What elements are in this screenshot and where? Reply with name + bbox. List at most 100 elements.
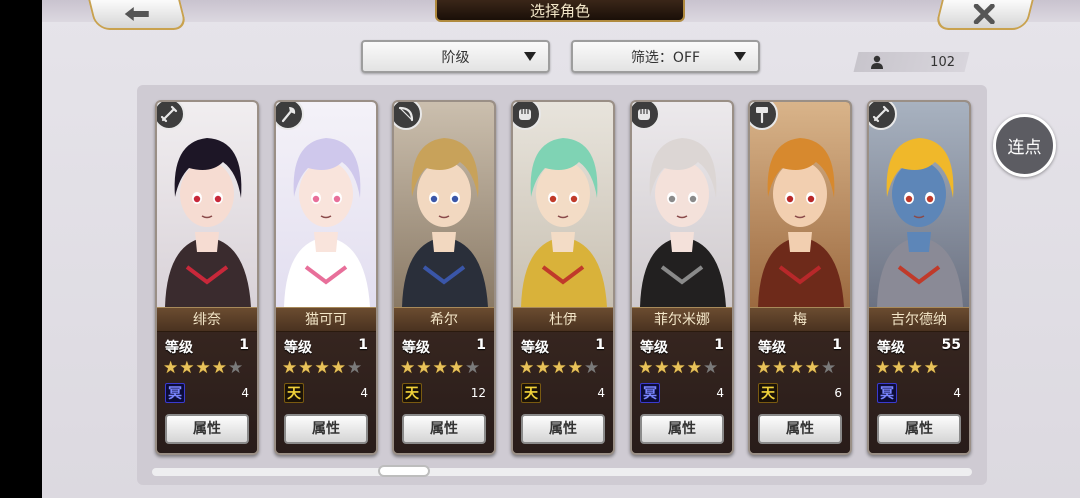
character-card[interactable]: 杜伊 等级 1 ★ ★ ★ ★ ★ 天 4 属性 <box>511 100 615 455</box>
rank-row: 天 4 <box>284 382 368 404</box>
auto-tap-button[interactable]: 连点 <box>993 114 1056 177</box>
character-name: 梅 <box>750 307 850 332</box>
chevron-down-icon <box>734 52 746 61</box>
character-portrait <box>157 102 257 307</box>
level-row: 等级 1 <box>640 337 724 357</box>
star-filled-icon: ★ <box>448 358 464 378</box>
level-label: 等级 <box>877 340 905 356</box>
character-name: 希尔 <box>394 307 494 332</box>
system-bar <box>0 0 42 498</box>
character-card[interactable]: 梅 等级 1 ★ ★ ★ ★ ★ 天 6 属性 <box>748 100 852 455</box>
star-empty-icon: ★ <box>347 358 363 378</box>
character-portrait <box>632 102 732 307</box>
level-row: 等级 1 <box>521 337 605 357</box>
rank-row: 冥 4 <box>640 382 724 404</box>
level-row: 等级 55 <box>877 337 961 357</box>
level-row: 等级 1 <box>402 337 486 357</box>
attribute-button[interactable]: 属性 <box>165 414 249 444</box>
star-filled-icon: ★ <box>670 358 686 378</box>
rank-blue-icon: 冥 <box>877 383 897 403</box>
rank-count: 4 <box>241 386 249 400</box>
attribute-button[interactable]: 属性 <box>758 414 842 444</box>
level-row: 等级 1 <box>165 337 249 357</box>
rank-count: 4 <box>597 386 605 400</box>
rank-count: 4 <box>360 386 368 400</box>
character-portrait <box>869 102 969 307</box>
character-card[interactable]: 绯奈 等级 1 ★ ★ ★ ★ ★ 冥 4 属性 <box>155 100 259 455</box>
character-stats: 等级 55 ★ ★ ★ ★ 冥 4 属性 <box>869 332 969 453</box>
rank-row: 天 4 <box>521 382 605 404</box>
character-card[interactable]: 菲尔米娜 等级 1 ★ ★ ★ ★ ★ 冥 4 属性 <box>630 100 734 455</box>
rank-count: 4 <box>953 386 961 400</box>
filter-dropdown-label: 筛选：OFF <box>630 49 701 66</box>
filter-dropdown[interactable]: 筛选：OFF <box>571 40 760 73</box>
back-button[interactable] <box>88 0 188 30</box>
rank-row: 冥 4 <box>877 382 961 404</box>
level-row: 等级 1 <box>758 337 842 357</box>
roster-count-value: 102 <box>930 54 955 70</box>
page-title: 选择角色 <box>435 0 685 22</box>
star-filled-icon: ★ <box>314 358 330 378</box>
rank-row: 天 12 <box>402 382 486 404</box>
character-name: 猫可可 <box>276 307 376 332</box>
attribute-button[interactable]: 属性 <box>640 414 724 444</box>
rank-heaven-icon: 天 <box>758 383 778 403</box>
rank-heaven-icon: 天 <box>284 383 304 403</box>
attribute-button[interactable]: 属性 <box>877 414 961 444</box>
star-filled-icon: ★ <box>875 358 891 378</box>
star-filled-icon: ★ <box>907 358 923 378</box>
star-filled-icon: ★ <box>400 358 416 378</box>
star-filled-icon: ★ <box>567 358 583 378</box>
rank-row: 冥 4 <box>165 382 249 404</box>
character-stats: 等级 1 ★ ★ ★ ★ ★ 冥 4 属性 <box>632 332 732 453</box>
level-value: 1 <box>714 337 724 353</box>
character-name: 杜伊 <box>513 307 613 332</box>
character-card[interactable]: 猫可可 等级 1 ★ ★ ★ ★ ★ 天 4 属性 <box>274 100 378 455</box>
level-value: 1 <box>239 337 249 353</box>
level-label: 等级 <box>521 340 549 356</box>
star-filled-icon: ★ <box>638 358 654 378</box>
close-x-icon <box>973 4 995 24</box>
star-rating: ★ ★ ★ ★ ★ <box>282 360 362 377</box>
character-card[interactable]: 希尔 等级 1 ★ ★ ★ ★ ★ 天 12 属性 <box>392 100 496 455</box>
star-filled-icon: ★ <box>772 358 788 378</box>
level-value: 1 <box>358 337 368 353</box>
rank-count: 6 <box>834 386 842 400</box>
attribute-button[interactable]: 属性 <box>521 414 605 444</box>
character-name: 绯奈 <box>157 307 257 332</box>
attribute-button[interactable]: 属性 <box>284 414 368 444</box>
star-empty-icon: ★ <box>465 358 481 378</box>
user-icon <box>871 55 883 69</box>
attribute-button[interactable]: 属性 <box>402 414 486 444</box>
level-label: 等级 <box>758 340 786 356</box>
scrollbar-thumb[interactable] <box>378 465 430 477</box>
star-empty-icon: ★ <box>703 358 719 378</box>
chevron-down-icon <box>524 52 536 61</box>
star-empty-icon: ★ <box>228 358 244 378</box>
star-filled-icon: ★ <box>551 358 567 378</box>
character-stats: 等级 1 ★ ★ ★ ★ ★ 天 6 属性 <box>750 332 850 453</box>
star-rating: ★ ★ ★ ★ <box>875 360 939 377</box>
star-filled-icon: ★ <box>788 358 804 378</box>
level-value: 1 <box>476 337 486 353</box>
star-filled-icon: ★ <box>891 358 907 378</box>
rank-count: 12 <box>470 386 486 400</box>
star-filled-icon: ★ <box>756 358 772 378</box>
character-card[interactable]: 吉尔德纳 等级 55 ★ ★ ★ ★ 冥 4 属性 <box>867 100 971 455</box>
close-button[interactable] <box>934 0 1034 30</box>
star-rating: ★ ★ ★ ★ ★ <box>519 360 599 377</box>
sort-dropdown-label: 阶级 <box>441 49 470 66</box>
level-value: 55 <box>941 337 961 353</box>
character-stats: 等级 1 ★ ★ ★ ★ ★ 天 12 属性 <box>394 332 494 453</box>
rank-blue-icon: 冥 <box>640 383 660 403</box>
character-portrait <box>750 102 850 307</box>
scrollbar-track[interactable] <box>152 468 972 476</box>
star-filled-icon: ★ <box>282 358 298 378</box>
character-name: 吉尔德纳 <box>869 307 969 332</box>
level-row: 等级 1 <box>284 337 368 357</box>
rank-heaven-icon: 天 <box>402 383 422 403</box>
rank-blue-icon: 冥 <box>165 383 185 403</box>
character-name: 菲尔米娜 <box>632 307 732 332</box>
star-filled-icon: ★ <box>535 358 551 378</box>
sort-dropdown[interactable]: 阶级 <box>361 40 550 73</box>
